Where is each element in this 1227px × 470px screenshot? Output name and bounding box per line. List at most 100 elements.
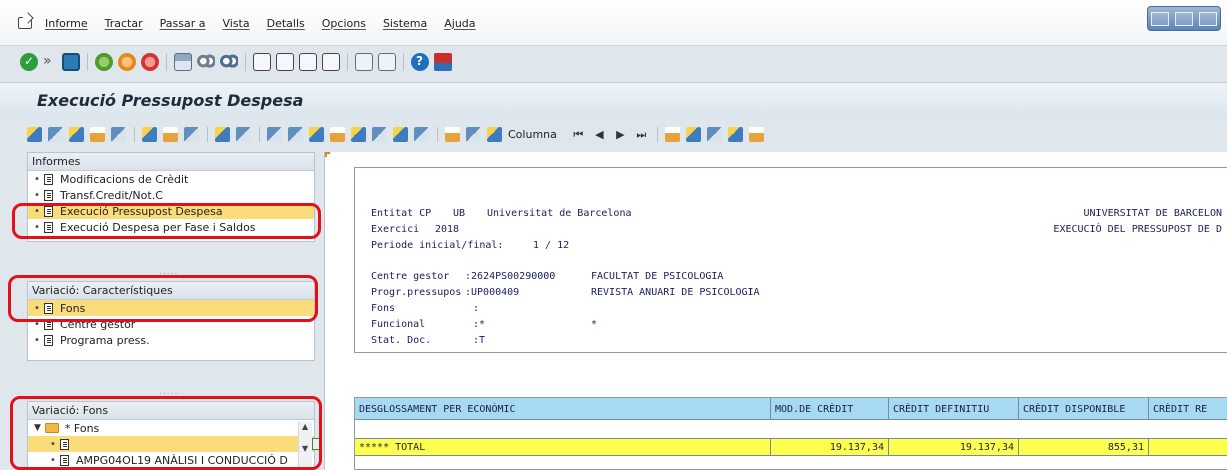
characteristic-item[interactable]: • Programa press. — [28, 332, 314, 348]
menu-exit-icon[interactable] — [18, 17, 32, 29]
report-item-label: Modificacions de Crèdit — [60, 172, 189, 186]
entitat-label: Entitat CP — [371, 208, 432, 219]
sum-icon[interactable] — [351, 126, 366, 142]
title-bar: Execució Pressupost Despesa — [0, 82, 1227, 119]
fons-label: Fons — [371, 303, 396, 314]
find-column-icon[interactable] — [487, 126, 502, 142]
cancel-icon[interactable] — [141, 53, 159, 71]
save-icon[interactable] — [62, 53, 80, 71]
next-icon[interactable]: » — [43, 53, 57, 71]
layout-icon[interactable] — [664, 126, 680, 142]
close-button[interactable] — [1199, 11, 1217, 26]
paste-icon[interactable] — [466, 126, 481, 142]
menu-bar: Informe Tractar Passar a Vista Detalls O… — [0, 0, 1227, 46]
structure-alt-icon[interactable] — [706, 126, 722, 142]
total-cell[interactable]: 19.137,34 — [889, 438, 1019, 456]
find-next-icon[interactable] — [220, 53, 238, 71]
centre-label: Centre gestor — [371, 271, 450, 282]
first-page-icon[interactable] — [253, 53, 271, 71]
column-header[interactable]: CRÈDIT DISPONIBLE — [1019, 398, 1149, 420]
highlight-box — [10, 396, 322, 470]
menu-detalls[interactable]: Detalls — [267, 17, 305, 30]
menu-tractar[interactable]: Tractar — [105, 17, 143, 30]
separator — [87, 53, 88, 71]
check-icon[interactable] — [20, 53, 38, 71]
select-icon[interactable] — [215, 126, 230, 142]
collapse-all-icon[interactable] — [748, 126, 764, 142]
separator — [347, 53, 348, 71]
list-icon[interactable] — [90, 126, 105, 142]
subtotal-icon[interactable] — [372, 126, 387, 142]
separator — [403, 53, 404, 71]
previous-page-icon[interactable] — [276, 53, 294, 71]
menu-passar-a[interactable]: Passar a — [160, 17, 206, 30]
structure-icon[interactable] — [685, 126, 701, 142]
report-item[interactable]: • Transf.Credit/Not.C — [28, 187, 314, 203]
report-area: Entitat CP UB Universitat de Barcelona E… — [324, 152, 1227, 470]
centre-code: :2624PS00290000 — [465, 271, 556, 282]
tree-icon[interactable] — [69, 126, 84, 142]
separator — [437, 126, 438, 142]
separator — [134, 126, 135, 142]
report-org-title: UNIVERSITAT DE BARCELON — [1083, 208, 1222, 219]
delete-icon[interactable] — [184, 126, 199, 142]
last-page-icon[interactable] — [322, 53, 340, 71]
funcional-value-2: * — [591, 319, 598, 330]
column-header[interactable]: CRÈDIT RE — [1149, 398, 1227, 420]
progr-name: REVISTA ANUARI DE PSICOLOGIA — [591, 287, 760, 298]
settings-icon[interactable] — [48, 126, 63, 142]
export-icon[interactable] — [142, 126, 157, 142]
print-icon[interactable] — [174, 53, 192, 71]
progr-code: :UP000409 — [465, 287, 520, 298]
last-column-icon[interactable]: ⏭ — [634, 127, 649, 142]
bullet-icon: • — [34, 334, 40, 346]
next-page-icon[interactable] — [299, 53, 317, 71]
back-icon[interactable] — [95, 53, 113, 71]
info-icon[interactable] — [111, 126, 126, 142]
copy-icon[interactable] — [445, 126, 460, 142]
help-icon[interactable] — [411, 53, 429, 71]
chart-icon[interactable] — [163, 126, 178, 142]
filter-up-icon[interactable] — [288, 126, 303, 142]
menu-informe[interactable]: Informe — [45, 17, 88, 30]
column-header[interactable]: DESGLOSSAMENT PER ECONÒMIC — [355, 398, 771, 420]
menu-vista[interactable]: Vista — [222, 17, 249, 30]
exit-icon[interactable] — [118, 53, 136, 71]
stat-value: :T — [473, 335, 486, 346]
column-header[interactable]: MOD.DE CRÈDIT — [771, 398, 889, 420]
exercici-value: 2018 — [435, 224, 460, 235]
total-cell[interactable]: 19.137,34 — [771, 438, 889, 456]
column-header[interactable]: CRÈDIT DEFINITIU — [889, 398, 1019, 420]
separator — [259, 126, 260, 142]
grid-icon[interactable] — [309, 126, 324, 142]
minimize-button[interactable] — [1151, 11, 1169, 26]
customize-layout-icon[interactable] — [434, 53, 452, 71]
filter-down-icon[interactable] — [267, 126, 282, 142]
total-cell[interactable]: 855,31 — [1019, 438, 1149, 456]
report-item[interactable]: • Modificacions de Crèdit — [28, 171, 314, 187]
hierarchy-icon[interactable] — [27, 126, 42, 142]
expand-all-icon[interactable] — [727, 126, 743, 142]
characteristic-label: Programa press. — [60, 333, 150, 347]
sort-icon[interactable] — [393, 126, 408, 142]
next-column-icon[interactable]: ▶ — [613, 127, 628, 142]
first-column-icon[interactable]: ⏮ — [571, 127, 586, 142]
menu-ajuda[interactable]: Ajuda — [444, 17, 475, 30]
total-cell[interactable] — [1149, 438, 1227, 456]
funnel-icon[interactable] — [414, 126, 429, 142]
separator — [245, 53, 246, 71]
create-session-icon[interactable] — [355, 53, 373, 71]
previous-column-icon[interactable]: ◀ — [592, 127, 607, 142]
menu-opcions[interactable]: Opcions — [322, 17, 366, 30]
menu-sistema[interactable]: Sistema — [383, 17, 427, 30]
maximize-button[interactable] — [1175, 11, 1193, 26]
shortcut-icon[interactable] — [378, 53, 396, 71]
total-label-cell[interactable]: ***** TOTAL — [355, 438, 771, 456]
bullet-icon: • — [34, 189, 40, 201]
grid-alt-icon[interactable] — [330, 126, 345, 142]
find-icon[interactable] — [197, 53, 215, 71]
report-subtitle: EXECUCIÒ DEL PRESSUPOST DE D — [1053, 224, 1222, 235]
column-label[interactable]: Columna — [508, 128, 557, 141]
periode-value: 1 / 12 — [533, 240, 570, 251]
calculator-icon[interactable] — [236, 126, 251, 142]
